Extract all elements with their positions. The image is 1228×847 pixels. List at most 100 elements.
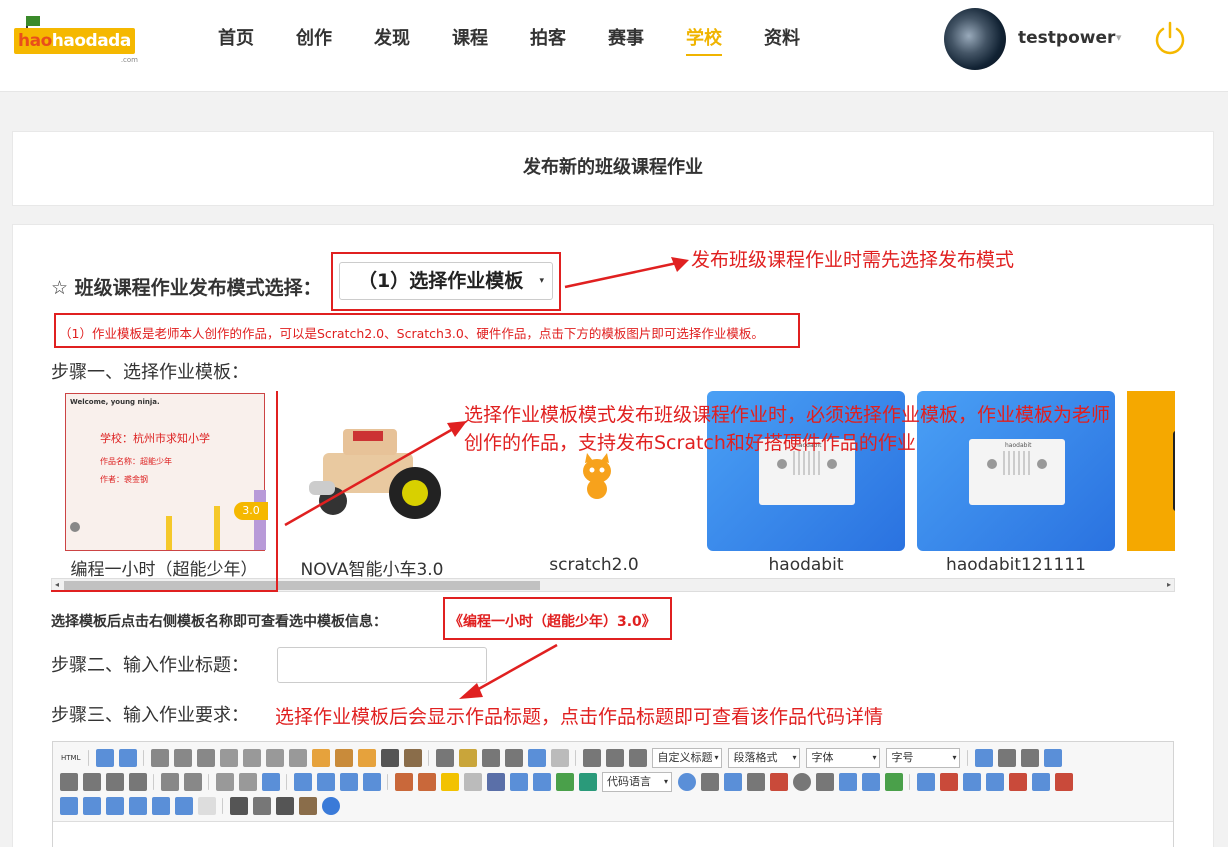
superscript-icon[interactable] <box>265 749 284 767</box>
chevron-down-icon[interactable]: ▾ <box>1116 31 1122 44</box>
anchor-icon[interactable] <box>261 773 280 791</box>
ordered-list-icon[interactable] <box>481 749 500 767</box>
selected-template-link[interactable]: 《编程一小时（超能少年）3.0》 <box>449 611 656 631</box>
highlight-icon[interactable] <box>458 749 477 767</box>
image-right-icon[interactable] <box>339 773 358 791</box>
print-icon[interactable] <box>229 797 248 815</box>
template-icon[interactable] <box>677 773 696 791</box>
scrawl-icon[interactable] <box>463 773 482 791</box>
haohaodada-logo[interactable]: haohaodada .com <box>14 14 140 64</box>
font-family-select[interactable]: 字体 ▾ <box>806 748 881 768</box>
row-spacing-bottom-icon[interactable] <box>605 749 624 767</box>
split-to-cols-icon[interactable] <box>174 797 193 815</box>
ltr-icon[interactable] <box>974 749 993 767</box>
unlink-icon[interactable] <box>238 773 257 791</box>
subscript-icon[interactable] <box>288 749 307 767</box>
nav-resources[interactable]: 资料 <box>764 26 800 56</box>
insert-video-icon[interactable] <box>486 773 505 791</box>
merge-cells-icon[interactable] <box>59 797 78 815</box>
emoticon-icon[interactable] <box>440 773 459 791</box>
blockquote-icon[interactable] <box>380 749 399 767</box>
lowercase-icon[interactable] <box>183 773 202 791</box>
insert-row-icon[interactable] <box>985 773 1004 791</box>
template-label-3[interactable]: scratch2.0 <box>495 555 693 575</box>
template-label-2[interactable]: NOVA智能小车3.0 <box>273 555 471 580</box>
template-tile-6[interactable] <box>1127 391 1175 577</box>
unordered-list-icon[interactable] <box>504 749 523 767</box>
select-all-icon[interactable] <box>527 749 546 767</box>
scroll-right-icon[interactable]: ▸ <box>1167 579 1171 591</box>
preview-icon[interactable] <box>1043 749 1062 767</box>
nav-paike[interactable]: 拍客 <box>530 26 566 56</box>
nav-home[interactable]: 首页 <box>218 26 254 56</box>
page-break-icon[interactable] <box>700 773 719 791</box>
insert-col-icon[interactable] <box>1031 773 1050 791</box>
background-icon[interactable] <box>723 773 742 791</box>
avatar[interactable] <box>944 8 1006 70</box>
delete-col-icon[interactable] <box>1054 773 1073 791</box>
italic-icon[interactable] <box>173 749 192 767</box>
eraser-icon[interactable] <box>311 749 330 767</box>
align-left-icon[interactable] <box>59 773 78 791</box>
paragraph-format-select[interactable]: 段落格式 ▾ <box>728 748 801 768</box>
indent-icon[interactable] <box>1020 749 1039 767</box>
merge-down-icon[interactable] <box>105 797 124 815</box>
align-justify-icon[interactable] <box>128 773 147 791</box>
redo-icon[interactable] <box>118 749 137 767</box>
map-icon[interactable] <box>555 773 574 791</box>
insert-paragraph-before-table-icon[interactable] <box>962 773 981 791</box>
underline-icon[interactable] <box>196 749 215 767</box>
font-size-select[interactable]: 字号 ▾ <box>886 748 961 768</box>
attachment-icon[interactable] <box>532 773 551 791</box>
date-icon[interactable] <box>769 773 788 791</box>
delete-row-icon[interactable] <box>1008 773 1027 791</box>
power-icon[interactable] <box>1152 20 1188 56</box>
row-spacing-top-icon[interactable] <box>582 749 601 767</box>
font-color-icon[interactable] <box>435 749 454 767</box>
image-left-icon[interactable] <box>316 773 335 791</box>
nav-create[interactable]: 创作 <box>296 26 332 56</box>
username[interactable]: testpower <box>1018 28 1115 48</box>
help-icon[interactable] <box>321 797 340 815</box>
strikethrough-icon[interactable] <box>242 749 261 767</box>
line-height-icon[interactable] <box>628 749 647 767</box>
mode-select[interactable]: （1）选择作业模板 ▾ <box>339 262 553 300</box>
code-language-select[interactable]: 代码语言 ▾ <box>602 772 672 792</box>
align-right-icon[interactable] <box>105 773 124 791</box>
webapp-icon[interactable] <box>884 773 903 791</box>
uppercase-icon[interactable] <box>160 773 179 791</box>
image-none-icon[interactable] <box>293 773 312 791</box>
insert-table-icon[interactable] <box>916 773 935 791</box>
merge-right-icon[interactable] <box>82 797 101 815</box>
special-chars-icon[interactable] <box>815 773 834 791</box>
html-source-button[interactable]: HTML <box>61 754 80 762</box>
image-center-icon[interactable] <box>362 773 381 791</box>
format-brush-icon[interactable] <box>334 749 353 767</box>
template-label-5[interactable]: haodabit121111 <box>917 555 1115 575</box>
split-to-cells-icon[interactable] <box>128 797 147 815</box>
nav-discover[interactable]: 发现 <box>374 26 410 56</box>
music-icon[interactable] <box>509 773 528 791</box>
preview-zoom-icon[interactable] <box>252 797 271 815</box>
undo-icon[interactable] <box>95 749 114 767</box>
search-icon[interactable] <box>275 797 294 815</box>
horizontal-rule-icon[interactable] <box>746 773 765 791</box>
paste-plain-icon[interactable] <box>403 749 422 767</box>
simple-upload-icon[interactable] <box>394 773 413 791</box>
font-border-icon[interactable] <box>219 749 238 767</box>
insert-image-icon[interactable] <box>417 773 436 791</box>
link-icon[interactable] <box>215 773 234 791</box>
charts-icon[interactable] <box>197 797 216 815</box>
template-label-4[interactable]: haodabit <box>707 555 905 575</box>
align-center-icon[interactable] <box>82 773 101 791</box>
nav-events[interactable]: 赛事 <box>608 26 644 56</box>
nav-courses[interactable]: 课程 <box>452 26 488 56</box>
insert-frame-icon[interactable] <box>578 773 597 791</box>
drafts-icon[interactable] <box>298 797 317 815</box>
delete-table-icon[interactable] <box>939 773 958 791</box>
custom-title-select[interactable]: 自定义标题 ▾ <box>652 748 723 768</box>
rtl-icon[interactable] <box>997 749 1016 767</box>
rich-text-editor[interactable]: HTML 自定义标题 ▾ 段落格式 ▾ 字体 ▾ 字号 ▾ 代码语言 ▾ <box>52 741 1174 847</box>
auto-format-icon[interactable] <box>357 749 376 767</box>
search-replace-icon[interactable] <box>861 773 880 791</box>
